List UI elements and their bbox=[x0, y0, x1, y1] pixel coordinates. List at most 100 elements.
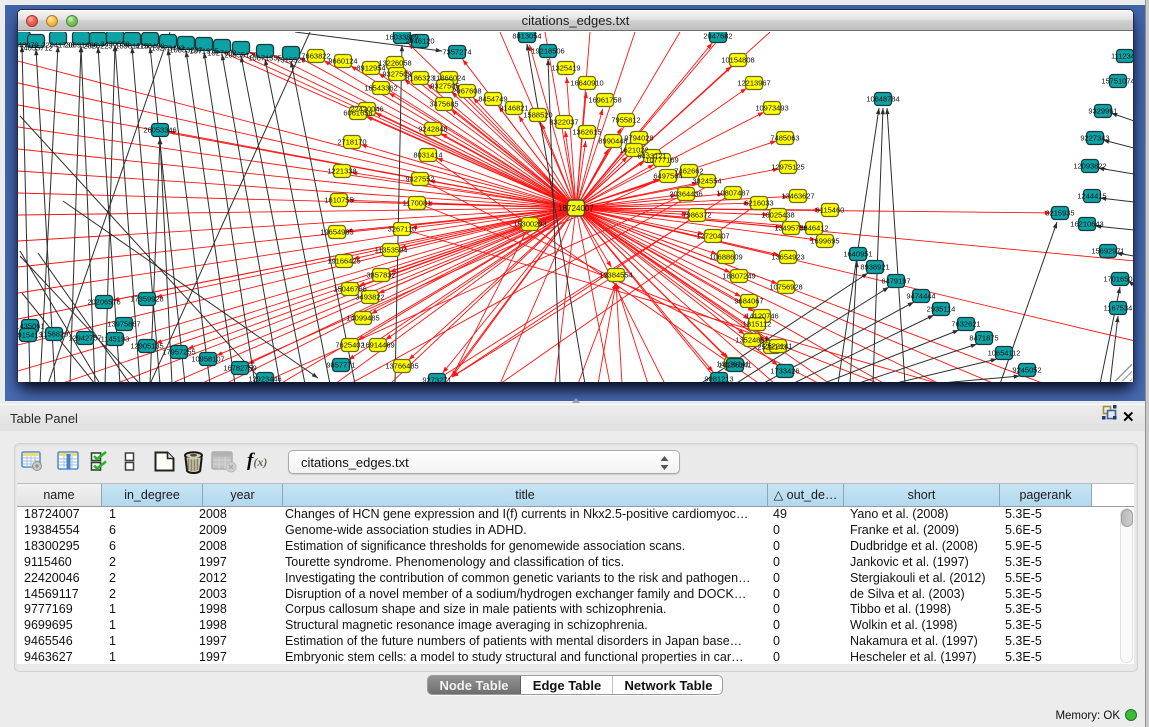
svg-text:19218506: 19218506 bbox=[531, 47, 564, 56]
svg-text:1156829: 1156829 bbox=[40, 330, 69, 339]
svg-text:1221338: 1221338 bbox=[327, 167, 356, 176]
svg-text:9646412: 9646412 bbox=[799, 224, 828, 233]
svg-text:14136141: 14136141 bbox=[718, 361, 751, 370]
svg-text:14099485: 14099485 bbox=[346, 314, 379, 323]
svg-text:13654923: 13654923 bbox=[771, 253, 804, 262]
svg-text:9227343: 9227343 bbox=[1080, 134, 1109, 143]
svg-text:9242848: 9242848 bbox=[418, 125, 447, 134]
svg-text:7625402: 7625402 bbox=[335, 341, 364, 350]
svg-text:1325419: 1325419 bbox=[551, 64, 580, 73]
svg-text:1588520: 1588520 bbox=[523, 111, 552, 120]
svg-text:3857832: 3857832 bbox=[366, 271, 395, 280]
svg-text:2047682: 2047682 bbox=[703, 32, 732, 41]
svg-text:1815112: 1815112 bbox=[743, 320, 772, 329]
svg-text:8990448: 8990448 bbox=[598, 137, 627, 146]
svg-text:3215935: 3215935 bbox=[1045, 209, 1074, 218]
svg-text:9081213: 9081213 bbox=[704, 375, 733, 382]
svg-text:1362615: 1362615 bbox=[572, 128, 601, 137]
svg-text:1170081: 1170081 bbox=[403, 199, 432, 208]
svg-text:2946120: 2946120 bbox=[405, 37, 434, 46]
svg-text:10973493: 10973493 bbox=[755, 104, 788, 113]
svg-text:7663822: 7663822 bbox=[301, 52, 330, 61]
svg-text:1145193: 1145193 bbox=[101, 335, 130, 344]
svg-text:16782759: 16782759 bbox=[223, 364, 256, 373]
svg-text:17016504: 17016504 bbox=[1103, 275, 1133, 284]
svg-text:8471875: 8471875 bbox=[969, 334, 998, 343]
svg-text:1244415: 1244415 bbox=[1077, 192, 1106, 201]
svg-text:6479197: 6479197 bbox=[881, 277, 910, 286]
svg-text:10958107: 10958107 bbox=[191, 355, 224, 364]
svg-text:10025438: 10025438 bbox=[761, 211, 794, 220]
svg-text:20206576: 20206576 bbox=[87, 298, 120, 307]
svg-text:19384554: 19384554 bbox=[599, 271, 632, 280]
svg-text:18724007: 18724007 bbox=[558, 204, 594, 213]
svg-text:12905135: 12905135 bbox=[130, 342, 163, 351]
svg-text:3824554: 3824554 bbox=[692, 177, 721, 186]
svg-text:2522141: 2522141 bbox=[763, 342, 792, 351]
svg-text:7986372: 7986372 bbox=[682, 211, 711, 220]
svg-text:16914469: 16914469 bbox=[361, 341, 394, 350]
svg-text:9474444: 9474444 bbox=[906, 292, 935, 301]
svg-text:3475685: 3475685 bbox=[429, 100, 458, 109]
svg-text:19654985: 19654985 bbox=[320, 228, 353, 237]
svg-text:10154808: 10154808 bbox=[721, 56, 754, 65]
svg-text:13463627: 13463627 bbox=[781, 192, 814, 201]
svg-text:8322037: 8322037 bbox=[549, 118, 578, 127]
svg-text:16640910: 16640910 bbox=[570, 79, 603, 88]
svg-text:13766485: 13766485 bbox=[385, 362, 418, 371]
svg-text:16210643: 16210643 bbox=[1070, 220, 1103, 229]
svg-text:9245052: 9245052 bbox=[1012, 366, 1041, 375]
svg-text:12942757: 12942757 bbox=[68, 334, 101, 343]
svg-text:10654112: 10654112 bbox=[988, 349, 1021, 358]
svg-text:9427552: 9427552 bbox=[405, 175, 434, 184]
svg-text:16543362: 16543362 bbox=[364, 84, 397, 93]
svg-text:8031414: 8031414 bbox=[413, 151, 442, 160]
svg-text:10688609: 10688609 bbox=[709, 253, 742, 262]
svg-text:1167534: 1167534 bbox=[1104, 304, 1133, 313]
svg-text:11353594: 11353594 bbox=[375, 246, 408, 255]
svg-text:2718170: 2718170 bbox=[337, 138, 366, 147]
svg-text:2967608: 2967608 bbox=[452, 87, 481, 96]
svg-text:26053346: 26053346 bbox=[143, 126, 176, 135]
svg-text:6216033: 6216033 bbox=[744, 199, 773, 208]
svg-text:7485063: 7485063 bbox=[770, 134, 799, 143]
svg-text:7632621: 7632621 bbox=[951, 320, 980, 329]
svg-text:12720407: 12720407 bbox=[696, 232, 729, 241]
svg-text:1640951: 1640951 bbox=[843, 250, 872, 259]
svg-text:20364436: 20364436 bbox=[669, 190, 702, 199]
svg-text:6061658: 6061658 bbox=[343, 109, 372, 118]
svg-text:8454749: 8454749 bbox=[478, 95, 507, 104]
svg-text:15751074: 15751074 bbox=[1101, 77, 1133, 86]
svg-text:1699695: 1699695 bbox=[810, 237, 839, 246]
svg-text:9684067: 9684067 bbox=[734, 297, 763, 306]
svg-text:9273271: 9273271 bbox=[422, 376, 451, 382]
svg-text:15692971: 15692971 bbox=[1091, 247, 1124, 256]
svg-text:8938921: 8938921 bbox=[860, 263, 889, 272]
svg-text:10807487: 10807487 bbox=[716, 189, 749, 198]
svg-text:9115460: 9115460 bbox=[816, 206, 845, 215]
svg-text:16961758: 16961758 bbox=[588, 96, 621, 105]
svg-text:7462662: 7462662 bbox=[674, 167, 703, 176]
svg-text:18807249: 18807249 bbox=[722, 272, 755, 281]
svg-text:10756928: 10756928 bbox=[769, 283, 802, 292]
svg-text:3493822: 3493822 bbox=[355, 293, 384, 302]
svg-text:19166425: 19166425 bbox=[327, 257, 360, 266]
svg-text:17359928: 17359928 bbox=[130, 295, 163, 304]
svg-text:8813054: 8813054 bbox=[512, 32, 541, 41]
svg-text:9794028: 9794028 bbox=[624, 134, 653, 143]
svg-text:1610755: 1610755 bbox=[324, 196, 353, 205]
svg-text:1112345: 1112345 bbox=[1111, 52, 1133, 61]
svg-text:2935114: 2935114 bbox=[927, 305, 956, 314]
svg-text:7955812: 7955812 bbox=[611, 116, 640, 125]
svg-text:3267110: 3267110 bbox=[388, 225, 417, 234]
svg-text:7357274: 7357274 bbox=[442, 48, 471, 57]
svg-text:9329961: 9329961 bbox=[1088, 107, 1117, 116]
svg-text:10648784: 10648784 bbox=[866, 95, 899, 104]
svg-text:9660124: 9660124 bbox=[328, 57, 357, 66]
svg-text:15300293: 15300293 bbox=[513, 220, 546, 229]
svg-text:10777169: 10777169 bbox=[645, 156, 678, 165]
svg-text:9857771: 9857771 bbox=[326, 361, 355, 370]
svg-text:7515526: 7515526 bbox=[276, 56, 305, 65]
svg-text:13226058: 13226058 bbox=[378, 59, 411, 68]
svg-text:1733426: 1733426 bbox=[770, 367, 799, 376]
